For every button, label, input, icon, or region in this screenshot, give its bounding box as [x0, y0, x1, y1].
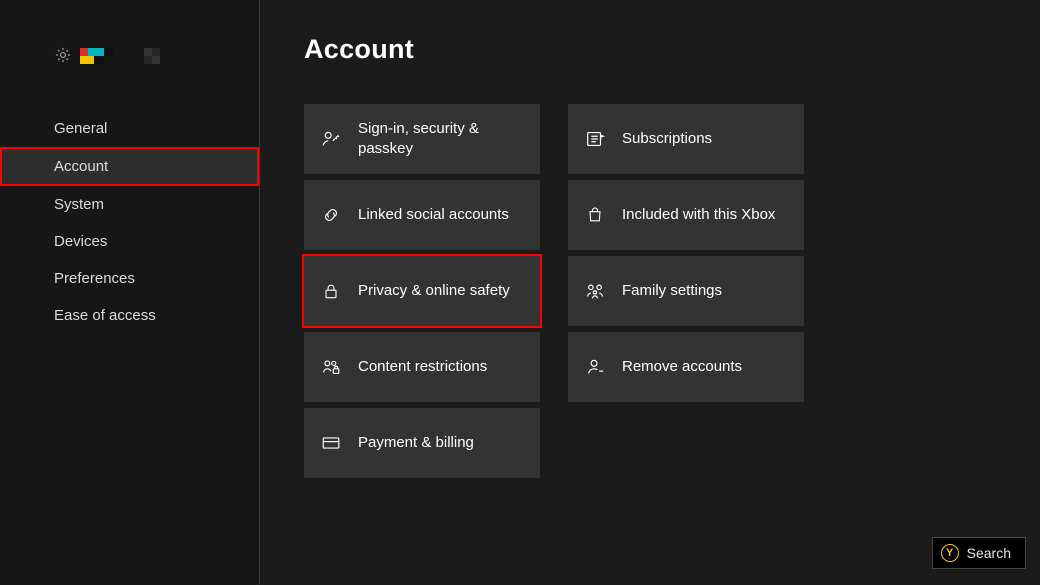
sidebar-item-ease-of-access[interactable]: Ease of access: [0, 297, 259, 334]
search-button[interactable]: Y Search: [932, 537, 1026, 569]
sidebar-item-preferences[interactable]: Preferences: [0, 260, 259, 297]
link-icon: [304, 204, 358, 226]
sidebar-item-devices[interactable]: Devices: [0, 223, 259, 260]
tile-subscriptions[interactable]: Subscriptions: [568, 104, 804, 174]
tile-sign-in-security-passkey[interactable]: Sign-in, security & passkey: [304, 104, 540, 174]
card-icon: [304, 432, 358, 454]
person-remove-icon: [568, 356, 622, 378]
tile-label: Remove accounts: [622, 357, 754, 377]
people-lock-icon: [304, 356, 358, 378]
tile-family-settings[interactable]: Family settings: [568, 256, 804, 326]
tile-privacy-online-safety[interactable]: Privacy & online safety: [302, 254, 542, 328]
tile-label: Sign-in, security & passkey: [358, 119, 540, 160]
search-button-label: Search: [967, 545, 1011, 561]
tile-content-restrictions[interactable]: Content restrictions: [304, 332, 540, 402]
sidebar-item-label: General: [54, 120, 107, 137]
tile-label: Payment & billing: [358, 433, 486, 453]
tile-payment-billing[interactable]: Payment & billing: [304, 408, 540, 478]
sidebar-item-label: System: [54, 196, 104, 213]
tile-label: Family settings: [622, 281, 734, 301]
settings-main-panel: Account Sign-in, security & passkey Link…: [260, 0, 1040, 585]
sidebar-header: [0, 0, 259, 70]
profile-avatar: [80, 46, 130, 64]
y-button-icon: Y: [941, 544, 959, 562]
sidebar-item-account[interactable]: Account: [0, 147, 259, 186]
tile-label: Privacy & online safety: [358, 281, 522, 301]
settings-sidebar: General Account System Devices Preferenc…: [0, 0, 260, 585]
lock-icon: [304, 280, 358, 302]
tile-remove-accounts[interactable]: Remove accounts: [568, 332, 804, 402]
tile-label: Included with this Xbox: [622, 205, 787, 225]
sidebar-nav: General Account System Devices Preferenc…: [0, 110, 259, 334]
page-title: Account: [304, 34, 414, 65]
gear-icon: [54, 46, 72, 64]
sidebar-item-system[interactable]: System: [0, 186, 259, 223]
sidebar-item-label: Account: [54, 158, 108, 175]
profile-avatar-secondary: [144, 46, 170, 64]
tile-column-2: Subscriptions Included with this Xbox Fa…: [568, 104, 804, 478]
tile-linked-social-accounts[interactable]: Linked social accounts: [304, 180, 540, 250]
tile-label: Linked social accounts: [358, 205, 521, 225]
sidebar-item-label: Ease of access: [54, 307, 156, 324]
sidebar-item-label: Preferences: [54, 270, 135, 287]
bag-icon: [568, 204, 622, 226]
tile-column-1: Sign-in, security & passkey Linked socia…: [304, 104, 540, 478]
family-icon: [568, 280, 622, 302]
tile-label: Subscriptions: [622, 129, 724, 149]
tile-included-with-this-xbox[interactable]: Included with this Xbox: [568, 180, 804, 250]
tile-label: Content restrictions: [358, 357, 499, 377]
list-icon: [568, 128, 622, 150]
person-key-icon: [304, 128, 358, 150]
sidebar-item-label: Devices: [54, 233, 107, 250]
sidebar-item-general[interactable]: General: [0, 110, 259, 147]
account-tile-grid: Sign-in, security & passkey Linked socia…: [304, 104, 804, 478]
